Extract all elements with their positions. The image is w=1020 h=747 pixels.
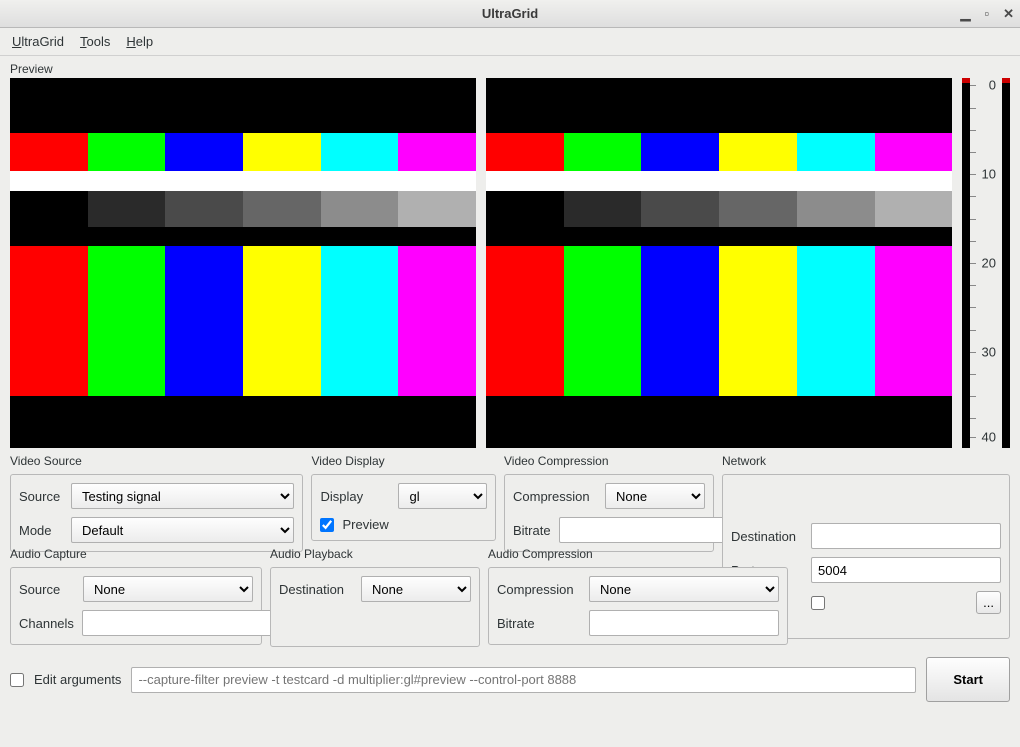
footer-row: Edit arguments Start	[10, 657, 1010, 702]
preview-panel-right	[486, 78, 952, 448]
audio-playback-title: Audio Playback	[270, 547, 480, 561]
video-source-panel: Source Testing signal Mode Default	[10, 474, 303, 552]
minimize-icon[interactable]: ▁	[960, 6, 970, 22]
preview-panel-left	[10, 78, 476, 448]
mode-label: Mode	[19, 523, 63, 538]
acomp-compression-label: Compression	[497, 582, 581, 597]
start-button[interactable]: Start	[926, 657, 1010, 702]
network-title: Network	[722, 454, 1010, 468]
menu-tools[interactable]: Tools	[80, 34, 110, 49]
bitrate-input[interactable]	[559, 517, 749, 543]
maximize-icon[interactable]: ▫	[984, 6, 989, 22]
menubar: UltraGrid Tools Help	[0, 28, 1020, 56]
audio-compression-panel: Compression None Bitrate	[488, 567, 788, 645]
menu-help[interactable]: Help	[126, 34, 153, 49]
preview-checkbox-label: Preview	[342, 517, 388, 532]
acomp-compression-select[interactable]: None	[589, 576, 779, 602]
preview-row: 0 10 20 30 40	[10, 78, 1010, 448]
compression-label: Compression	[513, 489, 597, 504]
acomp-bitrate-input[interactable]	[589, 610, 779, 636]
meter-bar-left	[962, 78, 970, 448]
video-compression-panel: Compression None Bitrate	[504, 474, 714, 552]
bitrate-label: Bitrate	[513, 523, 551, 538]
meter-scale: 0 10 20 30 40	[974, 78, 998, 448]
edit-arguments-label: Edit arguments	[34, 672, 121, 687]
source-select[interactable]: Testing signal	[71, 483, 294, 509]
fec-options-button[interactable]: ...	[976, 591, 1001, 614]
display-select[interactable]: gl	[398, 483, 487, 509]
audio-capture-title: Audio Capture	[10, 547, 262, 561]
compression-select[interactable]: None	[605, 483, 705, 509]
fec-checkbox[interactable]	[811, 596, 825, 610]
window-controls: ▁ ▫ ✕	[960, 6, 1014, 22]
audio-meter: 0 10 20 30 40	[962, 78, 1010, 448]
preview-checkbox[interactable]	[320, 518, 334, 532]
arguments-input[interactable]	[131, 667, 916, 693]
channels-input[interactable]	[82, 610, 272, 636]
menu-ultragrid[interactable]: UltraGrid	[12, 34, 64, 49]
ap-destination-select[interactable]: None	[361, 576, 471, 602]
audio-capture-panel: Source None Channels ▲▼	[10, 567, 262, 645]
port-input[interactable]	[811, 557, 1001, 583]
audio-compression-title: Audio Compression	[488, 547, 788, 561]
titlebar: UltraGrid ▁ ▫ ✕	[0, 0, 1020, 28]
video-source-title: Video Source	[10, 454, 303, 468]
video-display-panel: Display gl Preview	[311, 474, 496, 541]
mode-select[interactable]: Default	[71, 517, 294, 543]
source-label: Source	[19, 489, 63, 504]
video-display-title: Video Display	[311, 454, 496, 468]
audio-playback-panel: Destination None	[270, 567, 480, 647]
destination-input[interactable]	[811, 523, 1001, 549]
close-icon[interactable]: ✕	[1003, 6, 1014, 22]
ac-source-select[interactable]: None	[83, 576, 253, 602]
display-label: Display	[320, 489, 390, 504]
acomp-bitrate-label: Bitrate	[497, 616, 581, 631]
preview-label: Preview	[10, 62, 1010, 76]
channels-label: Channels	[19, 616, 74, 631]
destination-label: Destination	[731, 529, 803, 544]
video-compression-title: Video Compression	[504, 454, 714, 468]
edit-arguments-checkbox[interactable]	[10, 673, 24, 687]
ap-destination-label: Destination	[279, 582, 353, 597]
ac-source-label: Source	[19, 582, 75, 597]
meter-bar-right	[1002, 78, 1010, 448]
window-title: UltraGrid	[0, 6, 1020, 21]
